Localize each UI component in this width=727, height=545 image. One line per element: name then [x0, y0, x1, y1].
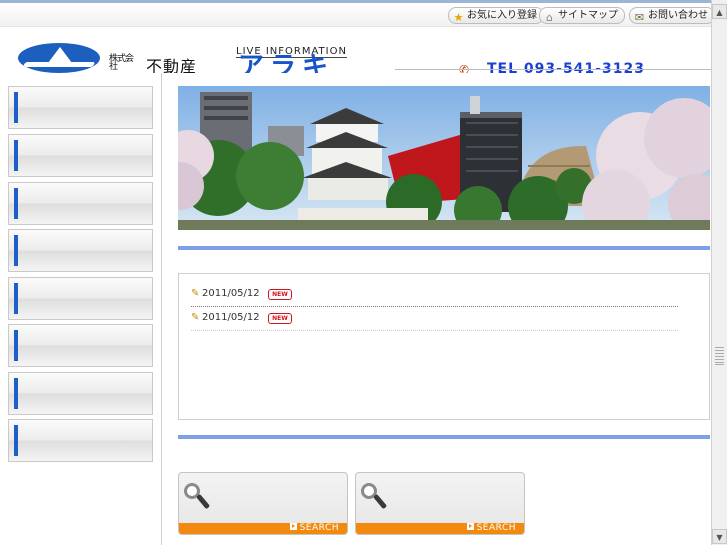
sidebar-item-3[interactable] — [8, 182, 153, 225]
utility-bar: ★ お気に入り登録 ⌂ サイトマップ ✉ お問い合わせ — [0, 3, 715, 27]
sidebar-item-6[interactable] — [8, 324, 153, 367]
news-date: 2011/05/12 — [202, 288, 260, 299]
search-box-1[interactable]: SEARCH — [178, 472, 348, 535]
search-link-2[interactable]: SEARCH — [466, 523, 516, 534]
sidebar-item-8[interactable] — [8, 419, 153, 462]
search-box-2[interactable]: SEARCH — [355, 472, 525, 535]
news-item[interactable]: ✎ 2011/05/12 NEW — [191, 308, 678, 331]
company-name: 不動産 — [146, 57, 198, 73]
company-type: 株式会社 — [109, 54, 134, 72]
contact-label: お問い合わせ — [648, 10, 708, 21]
sitemap-button[interactable]: ⌂ サイトマップ — [539, 7, 625, 24]
search-label: SEARCH — [299, 523, 339, 533]
scroll-grip[interactable] — [715, 347, 724, 365]
city-skyline-image — [178, 86, 710, 230]
new-badge: NEW — [268, 289, 292, 300]
magnifier-handle — [196, 493, 211, 510]
sidebar-item-2[interactable] — [8, 134, 153, 177]
section-divider-top — [178, 246, 710, 250]
vertical-scrollbar[interactable]: ▲ ▼ — [711, 0, 727, 545]
sidebar-item-1[interactable] — [8, 86, 153, 129]
mail-icon: ✉ — [634, 11, 645, 24]
pencil-icon: ✎ — [191, 312, 200, 323]
contact-button[interactable]: ✉ お問い合わせ — [629, 7, 715, 24]
news-panel: ✎ 2011/05/12 NEW ✎ 2011/05/12 NEW — [178, 273, 710, 420]
sitemap-icon: ⌂ — [546, 11, 553, 24]
search-label: SEARCH — [476, 523, 516, 533]
hero-image — [178, 86, 710, 230]
add-favorites-label: お気に入り登録 — [467, 10, 537, 21]
site-header: 株式会社 不動産 LIVE INFORMATION アラキ ✆ TEL 093-… — [0, 27, 711, 73]
sidebar-item-7[interactable] — [8, 372, 153, 415]
new-badge: NEW — [268, 313, 292, 324]
pencil-icon: ✎ — [191, 288, 200, 299]
add-favorites-button[interactable]: ★ お気に入り登録 — [448, 7, 544, 24]
section-divider-bottom — [178, 435, 710, 439]
news-date: 2011/05/12 — [202, 312, 260, 323]
phone-icon: ✆ — [459, 63, 470, 73]
sidebar-nav — [0, 73, 162, 545]
news-item[interactable]: ✎ 2011/05/12 NEW — [191, 284, 678, 307]
scroll-down-icon[interactable]: ▼ — [712, 529, 727, 544]
search-link-1[interactable]: SEARCH — [289, 523, 339, 534]
company-logo[interactable] — [18, 43, 100, 73]
arrow-right-icon — [466, 523, 474, 530]
magnifier-handle — [373, 493, 388, 510]
brand-name: アラキ — [238, 52, 335, 73]
arrow-right-icon — [289, 523, 297, 530]
scroll-up-icon[interactable]: ▲ — [712, 4, 727, 19]
sidebar-item-4[interactable] — [8, 229, 153, 272]
header-divider — [395, 69, 711, 70]
sitemap-label: サイトマップ — [558, 10, 618, 21]
star-icon: ★ — [453, 11, 464, 24]
phone-number: TEL 093-541-3123 — [487, 61, 645, 73]
sidebar-item-5[interactable] — [8, 277, 153, 320]
